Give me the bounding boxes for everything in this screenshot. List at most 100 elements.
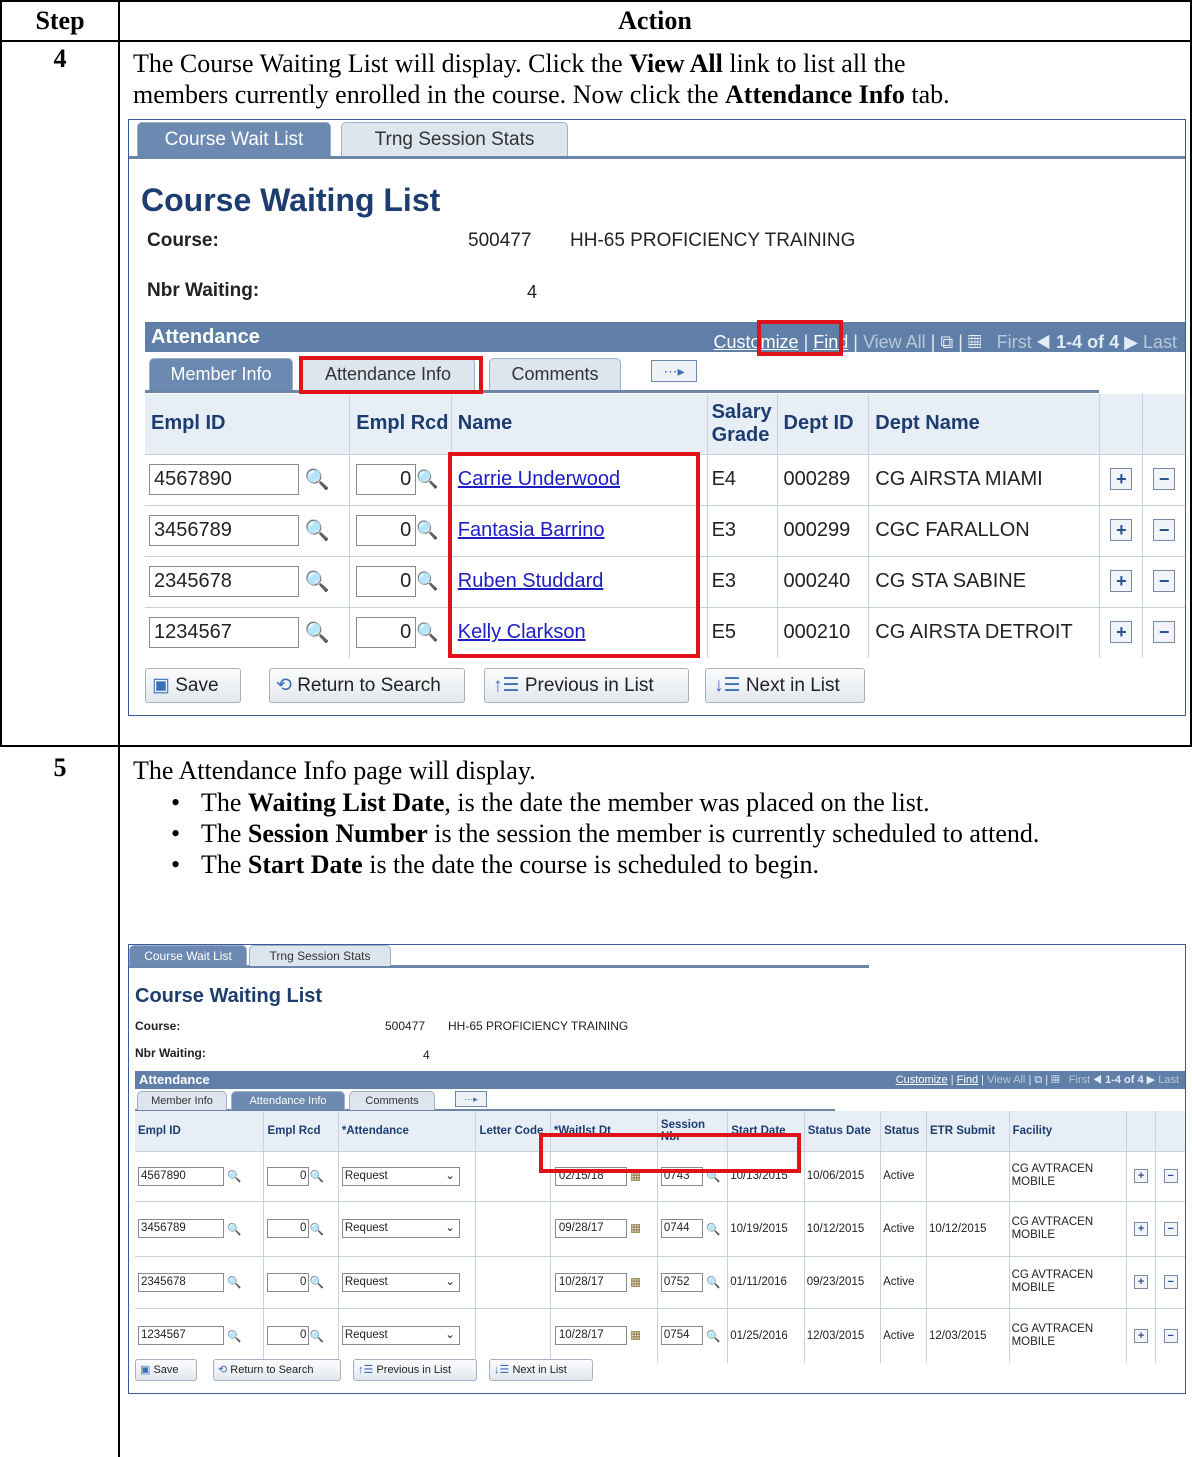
- plus-icon[interactable]: +: [1110, 621, 1133, 644]
- view-all-link[interactable]: View All: [987, 1074, 1025, 1086]
- minus-icon[interactable]: −: [1153, 519, 1176, 541]
- magnifier-icon[interactable]: 🔍: [309, 1169, 323, 1183]
- magnifier-icon[interactable]: 🔍: [309, 1222, 323, 1236]
- subtab-member-info[interactable]: Member Info: [137, 1091, 227, 1110]
- empl-id-field[interactable]: 3456789: [149, 515, 299, 546]
- next-arrow-icon[interactable]: ▶: [1124, 332, 1138, 352]
- waitlist-date-field[interactable]: 09/28/17: [554, 1219, 627, 1238]
- minus-icon[interactable]: −: [1163, 1328, 1178, 1343]
- waitlist-date-field[interactable]: 10/28/17: [554, 1272, 627, 1292]
- empl-id-field[interactable]: 4567890: [138, 1166, 224, 1186]
- minus-icon[interactable]: −: [1163, 1275, 1178, 1289]
- session-nbr-field[interactable]: 0744: [660, 1219, 703, 1238]
- tab-course-wait-list[interactable]: Course Wait List: [137, 122, 331, 156]
- waitlist-date-field[interactable]: 10/28/17: [554, 1326, 627, 1346]
- view-all-link[interactable]: View All: [863, 332, 926, 352]
- attendance-select[interactable]: Request ⌄: [341, 1272, 460, 1292]
- empl-id-field[interactable]: 4567890: [149, 464, 299, 495]
- last-link[interactable]: Last: [1143, 332, 1177, 352]
- minus-icon[interactable]: −: [1163, 1221, 1178, 1236]
- empl-rcd-field[interactable]: 0: [356, 464, 417, 495]
- save-button[interactable]: ▣ Save: [145, 668, 241, 703]
- empl-rcd-field[interactable]: 0: [356, 566, 417, 597]
- save-button[interactable]: ▣ Save: [135, 1359, 197, 1381]
- first-arrow-icon[interactable]: ◀: [1037, 332, 1051, 352]
- magnifier-icon[interactable]: 🔍: [706, 1275, 720, 1289]
- tab-trng-session-stats[interactable]: Trng Session Stats: [341, 122, 568, 156]
- plus-icon[interactable]: +: [1110, 519, 1133, 541]
- magnifier-icon[interactable]: 🔍: [305, 518, 330, 543]
- attendance-select[interactable]: Request ⌄: [341, 1166, 460, 1186]
- plus-icon[interactable]: +: [1134, 1275, 1149, 1289]
- magnifier-icon[interactable]: 🔍: [416, 469, 438, 490]
- magnifier-icon[interactable]: 🔍: [227, 1169, 241, 1183]
- session-nbr-field[interactable]: 0754: [660, 1326, 703, 1346]
- subtab-comments[interactable]: Comments: [349, 1091, 435, 1110]
- magnifier-icon[interactable]: 🔍: [416, 571, 438, 592]
- magnifier-icon[interactable]: 🔍: [309, 1329, 323, 1343]
- empl-id-field[interactable]: 1234567: [138, 1326, 224, 1346]
- magnifier-icon[interactable]: 🔍: [227, 1329, 241, 1343]
- spreadsheet-icon[interactable]: ▦: [1051, 1074, 1059, 1086]
- attendance-select[interactable]: Request ⌄: [341, 1219, 460, 1238]
- previous-in-list-button[interactable]: ↑☰ Previous in List: [353, 1359, 477, 1381]
- tab-trng-session-stats[interactable]: Trng Session Stats: [249, 945, 391, 966]
- magnifier-icon[interactable]: 🔍: [305, 620, 330, 645]
- calendar-icon[interactable]: ▦: [630, 1276, 641, 1288]
- zoom-icon[interactable]: ⧉: [940, 332, 953, 352]
- plus-icon[interactable]: +: [1110, 468, 1133, 490]
- find-link[interactable]: Find: [957, 1074, 978, 1086]
- plus-icon[interactable]: +: [1110, 570, 1133, 592]
- return-to-search-button[interactable]: ⟲ Return to Search: [213, 1359, 341, 1381]
- next-arrow-icon[interactable]: ▶: [1147, 1074, 1155, 1086]
- empl-rcd-field[interactable]: 0: [356, 617, 417, 649]
- subtab-attendance-info[interactable]: Attendance Info: [231, 1091, 345, 1110]
- empl-id-field[interactable]: 2345678: [149, 566, 299, 597]
- zoom-icon[interactable]: ⧉: [1034, 1074, 1042, 1086]
- empl-rcd-field[interactable]: 0: [267, 1219, 310, 1238]
- subtab-comments[interactable]: Comments: [489, 358, 621, 390]
- plus-icon[interactable]: +: [1134, 1221, 1149, 1236]
- magnifier-icon[interactable]: 🔍: [305, 467, 330, 492]
- empl-rcd-field[interactable]: 0: [267, 1326, 310, 1346]
- empl-id-field[interactable]: 3456789: [138, 1219, 224, 1238]
- bullet-post: , is the date the member was placed on t…: [444, 788, 930, 817]
- empl-rcd-field[interactable]: 0: [267, 1166, 310, 1186]
- last-link[interactable]: Last: [1158, 1074, 1179, 1086]
- minus-icon[interactable]: −: [1153, 621, 1176, 644]
- calendar-icon[interactable]: ▦: [630, 1223, 641, 1235]
- empl-id-field[interactable]: 2345678: [138, 1272, 224, 1292]
- grid-options-icon[interactable]: ⋯▸: [455, 1091, 487, 1107]
- minus-icon[interactable]: −: [1163, 1169, 1178, 1183]
- grid-options-icon[interactable]: ⋯▸: [651, 360, 697, 382]
- magnifier-icon[interactable]: 🔍: [706, 1329, 720, 1343]
- previous-in-list-button[interactable]: ↑☰ Previous in List: [484, 668, 689, 703]
- first-link[interactable]: First: [1069, 1074, 1090, 1086]
- plus-icon[interactable]: +: [1134, 1169, 1149, 1183]
- tab-course-wait-list[interactable]: Course Wait List: [129, 945, 247, 966]
- calendar-icon[interactable]: ▦: [630, 1330, 641, 1342]
- magnifier-icon[interactable]: 🔍: [416, 520, 438, 541]
- empl-rcd-field[interactable]: 0: [267, 1272, 310, 1292]
- customize-link[interactable]: Customize: [896, 1074, 948, 1086]
- first-link[interactable]: First: [997, 332, 1032, 352]
- magnifier-icon[interactable]: 🔍: [227, 1222, 241, 1236]
- attendance-select[interactable]: Request ⌄: [341, 1326, 460, 1346]
- magnifier-icon[interactable]: 🔍: [305, 569, 330, 594]
- next-in-list-button[interactable]: ↓☰ Next in List: [705, 668, 865, 703]
- empl-id-field[interactable]: 1234567: [149, 617, 299, 649]
- magnifier-icon[interactable]: 🔍: [706, 1222, 720, 1236]
- session-nbr-field[interactable]: 0752: [660, 1272, 703, 1292]
- return-to-search-button[interactable]: ⟲ Return to Search: [269, 668, 465, 703]
- spreadsheet-icon[interactable]: ▦: [968, 332, 982, 352]
- first-arrow-icon[interactable]: ◀: [1093, 1074, 1102, 1086]
- magnifier-icon[interactable]: 🔍: [227, 1275, 241, 1289]
- next-in-list-button[interactable]: ↓☰ Next in List: [489, 1359, 593, 1381]
- minus-icon[interactable]: −: [1153, 570, 1176, 592]
- magnifier-icon[interactable]: 🔍: [416, 622, 438, 643]
- minus-icon[interactable]: −: [1153, 468, 1176, 490]
- magnifier-icon[interactable]: 🔍: [309, 1275, 323, 1289]
- plus-icon[interactable]: +: [1134, 1328, 1149, 1343]
- subtab-member-info[interactable]: Member Info: [149, 358, 293, 390]
- empl-rcd-field[interactable]: 0: [356, 515, 417, 546]
